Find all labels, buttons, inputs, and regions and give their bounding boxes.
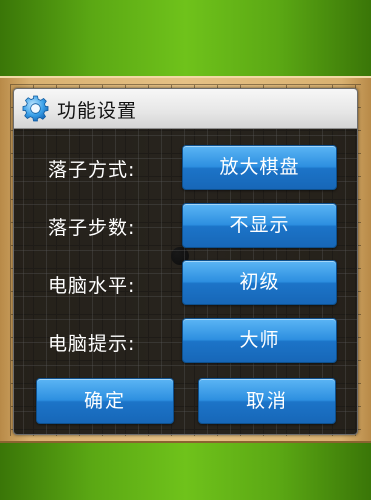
cancel-button[interactable]: 取消 [198, 378, 336, 424]
settings-dialog: 功能设置 落子方式: 放大棋盘 落子步数: 不显示 电脑水平: 初级 电脑提示:… [13, 88, 358, 435]
drop-mode-button[interactable]: 放大棋盘 [182, 145, 337, 190]
background-top [0, 0, 371, 76]
confirm-button[interactable]: 确定 [36, 378, 174, 424]
dialog-title: 功能设置 [57, 100, 138, 122]
drop-mode-label: 落子方式: [48, 159, 136, 181]
gear-icon [22, 95, 49, 122]
computer-hint-label: 电脑提示: [48, 333, 136, 355]
background-bottom [0, 443, 371, 500]
computer-hint-button[interactable]: 大师 [182, 318, 337, 363]
dialog-title-bar: 功能设置 [14, 89, 357, 129]
computer-level-label: 电脑水平: [48, 275, 136, 297]
step-count-button[interactable]: 不显示 [182, 203, 337, 248]
computer-level-button[interactable]: 初级 [182, 260, 337, 305]
step-count-label: 落子步数: [48, 217, 136, 239]
